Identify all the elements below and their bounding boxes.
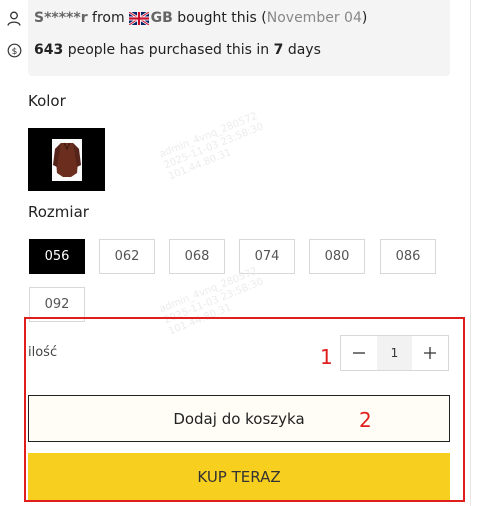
size-option-086[interactable]: 086 xyxy=(380,239,436,274)
bought-text: bought this ( xyxy=(177,10,267,26)
purchase-count: 643 xyxy=(34,42,64,58)
close-paren: ) xyxy=(361,10,368,26)
annotation-marker-2: 2 xyxy=(359,408,372,432)
purchase-text: people has purchased this in xyxy=(67,42,270,58)
quantity-input[interactable]: 1 xyxy=(377,336,412,370)
size-label: Rozmiar xyxy=(28,203,89,221)
annotation-marker-1: 1 xyxy=(320,345,333,369)
size-option-080[interactable]: 080 xyxy=(309,239,365,274)
watermark: admin_4vnq_280572 2025-11-03 23:58:30 10… xyxy=(158,265,266,338)
user-icon xyxy=(6,10,22,26)
country-code: GB xyxy=(150,10,173,26)
decrease-quantity-button[interactable] xyxy=(341,336,377,370)
size-option-068[interactable]: 068 xyxy=(169,239,225,274)
product-purchase-panel: S*****r from GB bought this (November 04… xyxy=(0,0,486,506)
size-option-062[interactable]: 062 xyxy=(99,239,155,274)
size-option-074[interactable]: 074 xyxy=(239,239,295,274)
svg-text:$: $ xyxy=(11,47,17,57)
color-swatch[interactable] xyxy=(28,128,105,191)
increase-quantity-button[interactable] xyxy=(412,336,448,370)
days-count: 7 xyxy=(273,42,284,58)
add-to-cart-button[interactable]: Dodaj do koszyka xyxy=(28,395,450,442)
quantity-label: ilość xyxy=(28,345,58,360)
dollar-coin-icon: $ xyxy=(6,42,22,58)
recent-purchase-notice: S*****r from GB bought this (November 04… xyxy=(7,8,368,28)
plus-icon xyxy=(424,347,436,359)
days-text: days xyxy=(287,42,321,58)
color-label: Kolor xyxy=(28,92,66,110)
page-divider xyxy=(470,0,471,506)
purchase-count-notice: $ 643 people has purchased this in 7 day… xyxy=(7,40,321,60)
minus-icon xyxy=(353,352,365,354)
purchase-date: November 04 xyxy=(266,10,362,26)
buyer-name: S*****r xyxy=(34,10,88,26)
watermark: admin_4vnq_280572 2025-11-03 23:58:30 10… xyxy=(158,110,266,183)
uk-flag-icon xyxy=(127,10,150,26)
buy-now-button[interactable]: KUP TERAZ xyxy=(28,453,450,500)
size-option-092[interactable]: 092 xyxy=(29,287,85,322)
garment-thumbnail xyxy=(51,138,82,181)
from-text: from xyxy=(92,10,125,26)
quantity-stepper: 1 xyxy=(340,335,449,371)
size-option-056[interactable]: 056 xyxy=(29,239,85,274)
